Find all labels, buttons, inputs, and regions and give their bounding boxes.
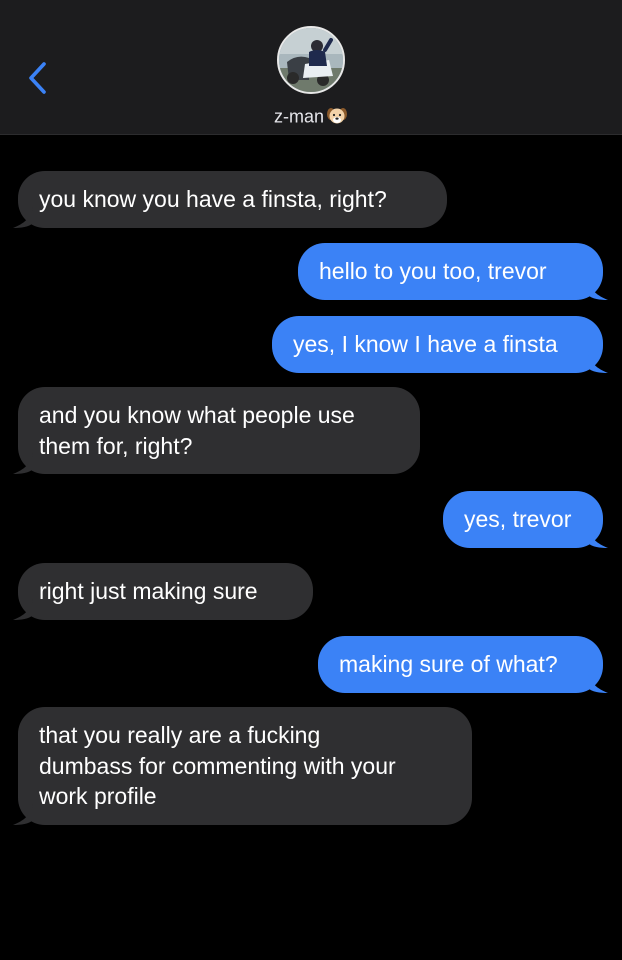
bubble-tail <box>588 525 608 548</box>
message-bubble-outgoing[interactable]: yes, I know I have a finsta <box>272 316 608 373</box>
contact-name: z-man <box>273 106 324 127</box>
message-bubble-outgoing[interactable]: yes, trevor <box>443 491 608 548</box>
message-text-line: dumbass for commenting with your <box>39 752 396 779</box>
dog-face-icon <box>327 108 347 124</box>
message-bubble-incoming[interactable]: that you really are a fucking dumbass fo… <box>13 707 472 825</box>
message-text-line: you know you have a finsta, right? <box>39 186 387 212</box>
message-thread: you know you have a finsta, right? hello… <box>0 134 622 960</box>
avatar-photo <box>279 28 343 92</box>
message-text-line: yes, I know I have a finsta <box>293 331 558 357</box>
message-bubble-outgoing[interactable]: hello to you too, trevor <box>298 243 608 300</box>
avatar[interactable] <box>277 26 345 94</box>
contact-name-row[interactable]: z-man <box>0 104 622 127</box>
bubble-tail <box>13 205 33 228</box>
bubble-tail <box>588 670 608 693</box>
bubble-tail <box>588 277 608 300</box>
bubble-tail <box>588 350 608 373</box>
message-text-line: them for, right? <box>39 432 193 459</box>
back-button[interactable] <box>24 58 54 98</box>
bubble-tail <box>13 597 33 620</box>
message-bubble-outgoing[interactable]: making sure of what? <box>318 636 608 693</box>
chevron-left-icon <box>29 62 46 94</box>
bubble-tail <box>13 452 33 474</box>
message-text-line: work profile <box>39 783 157 809</box>
message-bubble-incoming[interactable]: right just making sure <box>13 563 313 620</box>
message-bubble-incoming[interactable]: and you know what people use them for, r… <box>13 387 420 474</box>
message-text-line: making sure of what? <box>339 651 558 677</box>
bubble-tail <box>13 802 33 825</box>
message-bubble-incoming[interactable]: you know you have a finsta, right? <box>13 171 447 228</box>
message-text-line: hello to you too, trevor <box>319 258 547 284</box>
message-text-line: right just making sure <box>39 578 258 604</box>
message-text-line: that you really are a fucking <box>39 722 321 748</box>
conversation-header: z-man <box>0 0 622 135</box>
message-text-line: yes, trevor <box>464 506 572 532</box>
message-text-line: and you know what people use <box>39 402 355 428</box>
